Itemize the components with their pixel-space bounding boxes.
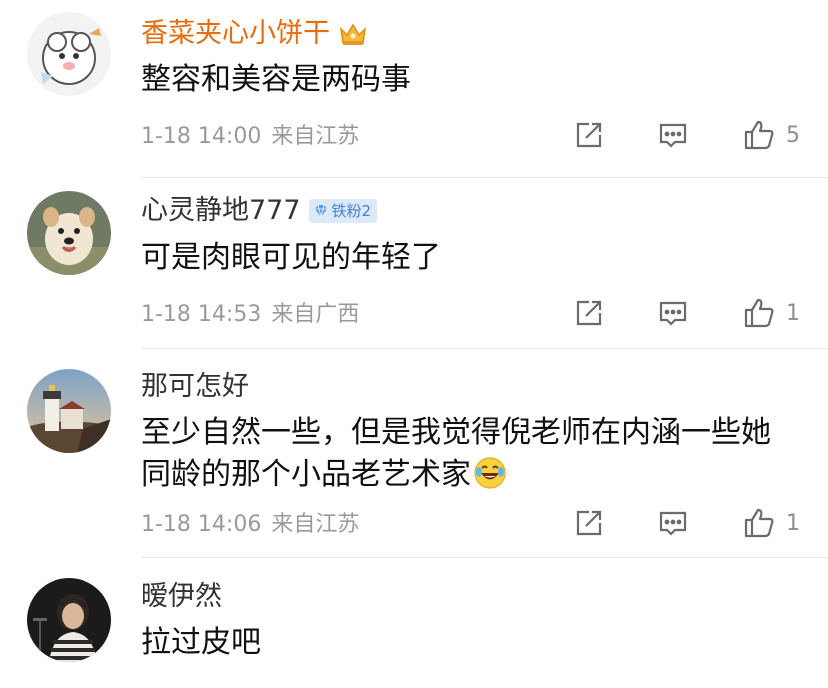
content-line: 可是肉眼可见的年轻了 bbox=[141, 240, 441, 275]
like-count: 1 bbox=[786, 510, 800, 536]
comment-location: 来自江苏 bbox=[271, 124, 360, 149]
comment-content: 整容和美容是两码事 bbox=[141, 59, 798, 101]
like-count: 1 bbox=[786, 300, 800, 326]
comment-content: 拉过皮吧 bbox=[141, 622, 798, 664]
comment-icon[interactable] bbox=[656, 296, 690, 330]
like-icon[interactable] bbox=[742, 118, 776, 152]
like-count: 5 bbox=[786, 122, 800, 148]
username-text[interactable]: 暧伊然 bbox=[141, 580, 222, 614]
comment-content: 可是肉眼可见的年轻了 bbox=[141, 237, 798, 279]
comment-meta: 1-18 14:00 来自江苏 bbox=[141, 122, 359, 152]
comment-location: 来自江苏 bbox=[271, 512, 360, 537]
like-icon[interactable] bbox=[742, 506, 776, 540]
comment-actions: 5 bbox=[572, 118, 800, 152]
forward-icon[interactable] bbox=[572, 296, 606, 330]
comment-item: 香菜夹心小饼干 整容和美容是两码事 1-18 14:00 来自江苏 5 bbox=[0, 0, 828, 178]
username-text[interactable]: 那可怎好 bbox=[141, 370, 249, 404]
comment-location: 来自广西 bbox=[271, 302, 360, 327]
username[interactable]: 香菜夹心小饼干 bbox=[141, 17, 368, 51]
comment-date: 1-18 14:53 bbox=[141, 302, 262, 327]
crown-icon bbox=[338, 21, 368, 47]
content-line: 整容和美容是两码事 bbox=[141, 62, 411, 97]
avatar[interactable] bbox=[27, 12, 111, 96]
divider bbox=[141, 348, 828, 349]
forward-icon[interactable] bbox=[572, 506, 606, 540]
username[interactable]: 那可怎好 bbox=[141, 370, 249, 404]
content-line-text: 同龄的那个小品老艺术家 bbox=[141, 457, 471, 492]
username[interactable]: 暧伊然 bbox=[141, 580, 222, 614]
comment-actions: 1 bbox=[572, 296, 800, 330]
content-line: 拉过皮吧 bbox=[141, 625, 261, 660]
comment-icon[interactable] bbox=[656, 506, 690, 540]
avatar[interactable] bbox=[27, 369, 111, 453]
username-text[interactable]: 心灵静地777 bbox=[141, 194, 301, 228]
content-line: 至少自然一些，但是我觉得倪老师在内涵一些她 bbox=[141, 415, 771, 450]
diamond-icon bbox=[314, 204, 327, 218]
username-text[interactable]: 香菜夹心小饼干 bbox=[141, 17, 330, 51]
comment-item: 心灵静地777 铁粉2 可是肉眼可见的年轻了 1-18 14:53 来自广西 1 bbox=[0, 178, 828, 349]
comment-date: 1-18 14:00 bbox=[141, 124, 262, 149]
avatar[interactable] bbox=[27, 578, 111, 662]
username[interactable]: 心灵静地777 铁粉2 bbox=[141, 194, 378, 228]
comment-list: 香菜夹心小饼干 整容和美容是两码事 1-18 14:00 来自江苏 5 心灵静地… bbox=[0, 0, 828, 688]
forward-icon[interactable] bbox=[572, 118, 606, 152]
laugh-cry-emoji bbox=[473, 456, 507, 490]
comment-meta: 1-18 14:53 来自广西 bbox=[141, 300, 359, 330]
avatar[interactable] bbox=[27, 191, 111, 275]
comment-actions: 1 bbox=[572, 506, 800, 540]
divider bbox=[141, 557, 828, 558]
like-icon[interactable] bbox=[742, 296, 776, 330]
like-button[interactable]: 1 bbox=[742, 296, 800, 330]
comment-date: 1-18 14:06 bbox=[141, 512, 262, 537]
comment-content: 至少自然一些，但是我觉得倪老师在内涵一些她 同龄的那个小品老艺术家 bbox=[141, 412, 798, 496]
comment-item: 那可怎好 至少自然一些，但是我觉得倪老师在内涵一些她 同龄的那个小品老艺术家 1 bbox=[0, 350, 828, 558]
content-line: 同龄的那个小品老艺术家 bbox=[141, 454, 798, 496]
fan-badge-label: 铁粉2 bbox=[331, 202, 372, 220]
comment-meta: 1-18 14:06 来自江苏 bbox=[141, 510, 359, 540]
like-button[interactable]: 1 bbox=[742, 506, 800, 540]
like-button[interactable]: 5 bbox=[742, 118, 800, 152]
comment-item: 暧伊然 拉过皮吧 bbox=[0, 560, 828, 688]
fan-badge[interactable]: 铁粉2 bbox=[308, 199, 378, 223]
comment-icon[interactable] bbox=[656, 118, 690, 152]
